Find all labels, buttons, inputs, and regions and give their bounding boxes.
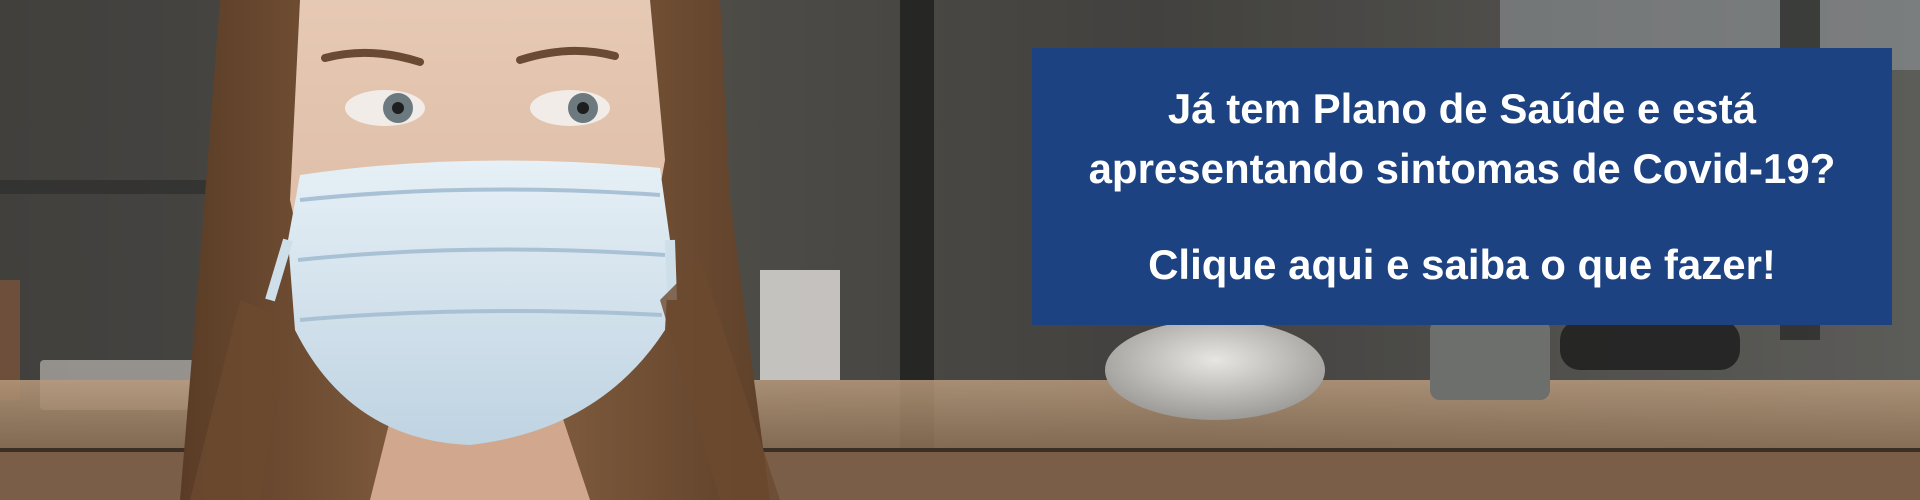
headline-line-1: Já tem Plano de Saúde e está — [1167, 84, 1757, 132]
covid-banner[interactable]: Já tem Plano de Saúde e está apresentand… — [0, 0, 1920, 500]
cta-box[interactable]: Já tem Plano de Saúde e está apresentand… — [1032, 48, 1892, 325]
cta-link[interactable]: Clique aqui e saiba o que fazer! — [1148, 235, 1776, 295]
headline-line-2: apresentando sintomas de Covid-19? — [1088, 144, 1836, 192]
